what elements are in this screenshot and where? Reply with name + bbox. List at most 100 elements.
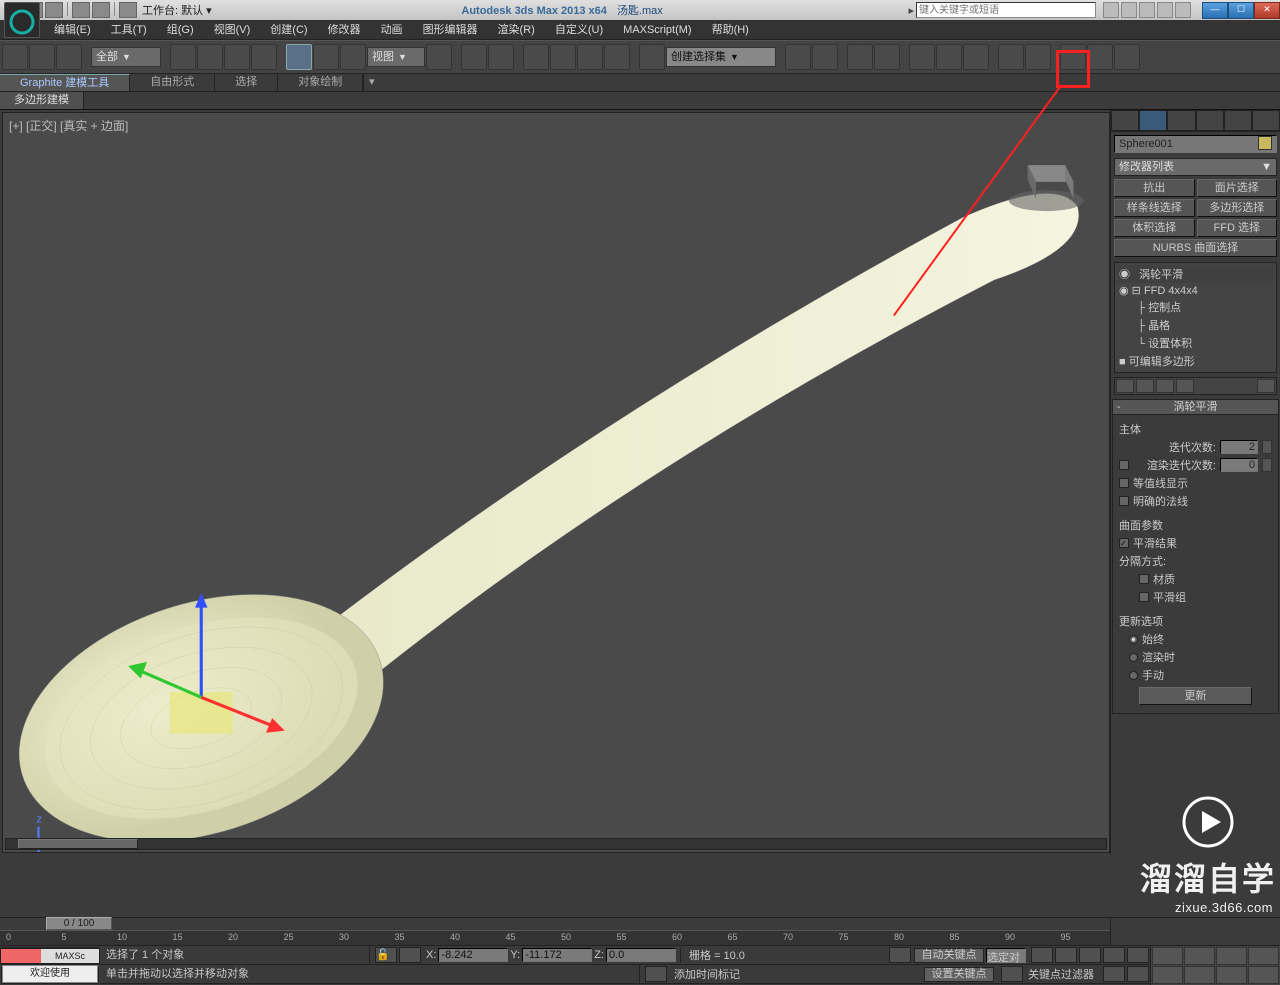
align-icon[interactable] — [812, 44, 838, 70]
use-pivot-icon[interactable] — [426, 44, 452, 70]
x-coord-field[interactable]: -8.242 — [438, 948, 508, 962]
material-editor-icon[interactable] — [963, 44, 989, 70]
viewport-scrollbar-h[interactable] — [5, 838, 1107, 850]
rendered-frame-icon[interactable] — [1025, 44, 1051, 70]
btn-nurbsselect[interactable]: NURBS 曲面选择 — [1114, 239, 1277, 257]
pan-icon[interactable] — [1184, 966, 1215, 984]
btn-patchselect[interactable]: 面片选择 — [1197, 179, 1278, 197]
bind-spacewarp-icon[interactable] — [56, 44, 82, 70]
named-selection-dropdown[interactable]: 创建选择集▼ — [666, 47, 776, 67]
menu-create[interactable]: 创建(C) — [260, 21, 317, 39]
minimize-button[interactable]: — — [1202, 2, 1228, 19]
selection-filter-dropdown[interactable]: 全部▼ — [91, 47, 161, 67]
remove-modifier-icon[interactable] — [1176, 379, 1194, 393]
z-coord-field[interactable]: 0.0 — [606, 948, 676, 962]
add-time-tag[interactable]: 添加时间标记 — [668, 966, 746, 982]
y-coord-field[interactable]: -11.172 — [522, 948, 592, 962]
qat-redo-icon[interactable] — [92, 2, 110, 18]
stack-ffd[interactable]: ◉ ⊟ FFD 4x4x4 — [1117, 283, 1274, 298]
render-iter-spinner-btn[interactable] — [1262, 458, 1272, 472]
snap-toggle-3-icon[interactable] — [523, 44, 549, 70]
sep-mat-checkbox[interactable] — [1139, 574, 1149, 584]
close-button[interactable]: ✕ — [1254, 2, 1280, 19]
menu-animation[interactable]: 动画 — [371, 21, 413, 39]
sep-smg-checkbox[interactable] — [1139, 592, 1149, 602]
ribbon-tab-objectpaint[interactable]: 对象绘制 — [278, 74, 363, 91]
pin-stack-icon[interactable] — [1116, 379, 1134, 393]
ribbon-tab-freeform[interactable]: 自由形式 — [130, 74, 215, 91]
select-move-icon[interactable] — [286, 44, 312, 70]
qat-undo-icon[interactable] — [72, 2, 90, 18]
smooth-result-checkbox[interactable] — [1119, 538, 1129, 548]
select-rotate-icon[interactable] — [313, 44, 339, 70]
ribbon-polymodeling[interactable]: 多边形建模 — [0, 92, 84, 109]
ribbon-tab-selection[interactable]: 选择 — [215, 74, 278, 91]
upd-manual-radio[interactable] — [1129, 671, 1138, 680]
ref-coord-dropdown[interactable]: 视图▼ — [367, 47, 425, 67]
spinner-snap-icon[interactable] — [604, 44, 630, 70]
render-production-icon[interactable] — [1087, 44, 1113, 70]
orbit-icon[interactable] — [1216, 966, 1247, 984]
frame-input-icon[interactable] — [1127, 966, 1149, 982]
workspace-dropdown[interactable]: 工作台: 默认 ▾ — [142, 2, 212, 18]
max-toggle-icon[interactable] — [1248, 966, 1279, 984]
qat-project-icon[interactable] — [119, 2, 137, 18]
maximize-button[interactable]: ☐ — [1228, 2, 1254, 19]
upd-always-radio[interactable] — [1129, 635, 1138, 644]
unlink-icon[interactable] — [29, 44, 55, 70]
link-icon[interactable] — [2, 44, 28, 70]
next-frame-icon[interactable] — [1103, 947, 1125, 963]
render-iter-spinner[interactable]: 0 — [1220, 458, 1258, 472]
render-iter-checkbox[interactable] — [1119, 460, 1129, 470]
goto-end-icon[interactable] — [1127, 947, 1149, 963]
tab-motion-icon[interactable] — [1196, 110, 1224, 131]
isoline-checkbox[interactable] — [1119, 478, 1129, 488]
btn-volumeselect[interactable]: 体积选择 — [1114, 219, 1195, 237]
object-color-swatch[interactable] — [1258, 136, 1272, 150]
tab-hierarchy-icon[interactable] — [1167, 110, 1195, 131]
upd-render-radio[interactable] — [1129, 653, 1138, 662]
modifier-list-dropdown[interactable]: 修改器列表▼ — [1114, 158, 1277, 176]
render-iterative-icon[interactable] — [1114, 44, 1140, 70]
key-mode-icon[interactable] — [1001, 966, 1023, 982]
autokey-button[interactable]: 自动关键点 — [914, 948, 984, 963]
fov-icon[interactable] — [1152, 966, 1183, 984]
help-search-input[interactable] — [916, 2, 1096, 18]
application-button[interactable] — [4, 2, 40, 38]
btn-splineselect[interactable]: 样条线选择 — [1114, 199, 1195, 217]
stack-ffd-sub-1[interactable]: ├ 晶格 — [1117, 316, 1274, 334]
keyboard-shortcut-icon[interactable] — [488, 44, 514, 70]
render-setup-icon[interactable] — [998, 44, 1024, 70]
zoom-icon[interactable] — [1152, 947, 1183, 965]
qat-save-icon[interactable] — [45, 2, 63, 18]
make-unique-icon[interactable] — [1156, 379, 1174, 393]
btn-extrude[interactable]: 抗出 — [1114, 179, 1195, 197]
normals-checkbox[interactable] — [1119, 496, 1129, 506]
select-region-icon[interactable] — [224, 44, 250, 70]
configure-sets-icon[interactable] — [1257, 379, 1275, 393]
key-target-dropdown[interactable]: 选定对 — [986, 948, 1026, 963]
menu-edit[interactable]: 编辑(E) — [44, 21, 101, 39]
time-slider[interactable]: 0 / 100 — [0, 918, 1110, 930]
ribbon-expand-icon[interactable]: ▾ — [363, 74, 379, 91]
menu-tools[interactable]: 工具(T) — [101, 21, 157, 39]
btn-polyselect[interactable]: 多边形选择 — [1197, 199, 1278, 217]
show-end-result-icon[interactable] — [1136, 379, 1154, 393]
menu-rendering[interactable]: 渲染(R) — [488, 21, 545, 39]
select-object-icon[interactable] — [170, 44, 196, 70]
rollout-turbosmooth-header[interactable]: 涡轮平滑 — [1112, 399, 1279, 415]
update-button[interactable]: 更新 — [1139, 687, 1252, 705]
iterations-spinner[interactable]: 2 — [1220, 440, 1258, 454]
lock-selection-icon[interactable]: 🔓 — [375, 947, 397, 963]
play-icon[interactable] — [1079, 947, 1101, 963]
maxscript-mini-listener[interactable]: MAXSc — [0, 948, 100, 964]
help-icon[interactable] — [1175, 2, 1191, 18]
setkey-button[interactable]: 设置关键点 — [924, 967, 994, 982]
mirror-icon[interactable] — [785, 44, 811, 70]
menu-grapheditors[interactable]: 图形编辑器 — [413, 21, 488, 39]
manipulate-icon[interactable] — [461, 44, 487, 70]
menu-help[interactable]: 帮助(H) — [702, 21, 759, 39]
goto-start-icon[interactable] — [1031, 947, 1053, 963]
menu-modifiers[interactable]: 修改器 — [318, 21, 371, 39]
layers-icon[interactable] — [847, 44, 873, 70]
